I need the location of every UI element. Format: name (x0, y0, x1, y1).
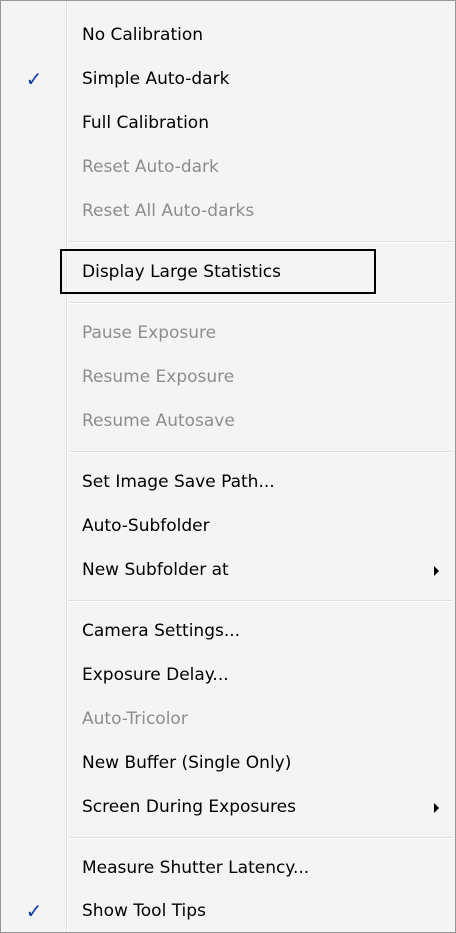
menu-separator (68, 241, 453, 243)
menu-item-show-tool-tips[interactable]: ✓ Show Tool Tips (1, 894, 455, 928)
menu-item-label: Show Tool Tips (82, 901, 206, 921)
menu-item-resume-exposure: Resume Exposure (1, 360, 455, 394)
menu-item-reset-auto-dark: Reset Auto-dark (1, 150, 455, 184)
menu-item-label: Pause Exposure (82, 323, 217, 343)
menu-item-label: Exposure Delay... (82, 665, 229, 685)
menu-item-label: Full Calibration (82, 113, 209, 133)
menu-item-auto-subfolder[interactable]: Auto-Subfolder (1, 509, 455, 543)
highlight-annotation-box (60, 249, 376, 294)
menu-item-measure-shutter-latency[interactable]: Measure Shutter Latency... (1, 851, 455, 885)
menu-item-label: Resume Exposure (82, 367, 235, 387)
menu-separator (68, 600, 453, 602)
menu-separator (68, 302, 453, 304)
menu-item-label: Screen During Exposures (82, 797, 296, 817)
menu-item-simple-auto-dark[interactable]: ✓ Simple Auto-dark (1, 62, 455, 96)
menu-item-label: Measure Shutter Latency... (82, 858, 310, 878)
menu-item-reset-all-auto-darks: Reset All Auto-darks (1, 194, 455, 228)
menu-item-new-subfolder-at[interactable]: New Subfolder at (1, 553, 455, 587)
menu-item-label: Resume Autosave (82, 411, 235, 431)
menu-item-pause-exposure: Pause Exposure (1, 316, 455, 350)
menu-item-resume-autosave: Resume Autosave (1, 404, 455, 438)
menu-item-screen-during-exposures[interactable]: Screen During Exposures (1, 790, 455, 824)
menu-item-camera-settings[interactable]: Camera Settings... (1, 614, 455, 648)
submenu-arrow-icon (434, 566, 439, 576)
menu-item-label: New Subfolder at (82, 560, 229, 580)
menu-item-label: Simple Auto-dark (82, 69, 230, 89)
context-menu: No Calibration ✓ Simple Auto-dark Full C… (0, 0, 456, 933)
menu-item-label: Reset Auto-dark (82, 157, 219, 177)
submenu-arrow-icon (434, 803, 439, 813)
menu-item-label: No Calibration (82, 25, 204, 45)
menu-item-full-calibration[interactable]: Full Calibration (1, 106, 455, 140)
menu-item-no-calibration[interactable]: No Calibration (1, 18, 455, 52)
menu-item-label: Reset All Auto-darks (82, 201, 255, 221)
menu-item-exposure-delay[interactable]: Exposure Delay... (1, 658, 455, 692)
menu-item-new-buffer-single-only[interactable]: New Buffer (Single Only) (1, 746, 455, 780)
menu-item-label: New Buffer (Single Only) (82, 753, 292, 773)
menu-item-auto-tricolor: Auto-Tricolor (1, 702, 455, 736)
menu-item-label: Auto-Tricolor (82, 709, 188, 729)
checkmark-icon: ✓ (25, 67, 43, 91)
checkmark-icon: ✓ (25, 899, 43, 923)
menu-item-label: Camera Settings... (82, 621, 241, 641)
menu-item-set-image-save-path[interactable]: Set Image Save Path... (1, 465, 455, 499)
menu-separator (68, 451, 453, 453)
menu-item-label: Set Image Save Path... (82, 472, 275, 492)
menu-item-label: Auto-Subfolder (82, 516, 210, 536)
menu-separator (68, 837, 453, 839)
